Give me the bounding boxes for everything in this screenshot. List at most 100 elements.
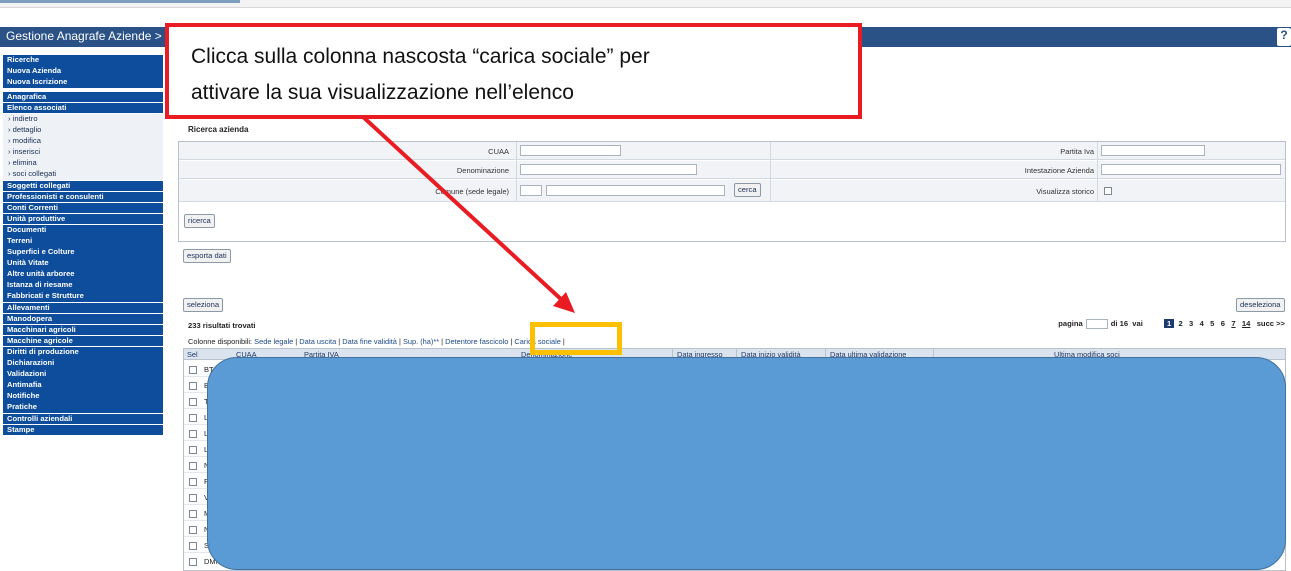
row-checkbox[interactable] [189,382,197,390]
sidebar-item-unita-produttive[interactable]: Unità produttive [3,213,163,225]
callout-line-2: attivare la sua visualizzazione nell’ele… [191,81,574,104]
search-row-denominazione: Denominazione Intestazione Azienda [179,161,1285,179]
row-checkbox[interactable] [189,430,197,438]
vai-link[interactable]: vai [1132,319,1143,328]
column-link-data-uscita[interactable]: Data uscita [299,337,336,346]
sidebar-item-ricerche[interactable]: Ricerche [3,55,163,66]
row-checkbox[interactable] [189,398,197,406]
denominazione-label: Denominazione [456,166,509,175]
column-link-superficie[interactable]: Sup. (ha)** [403,337,439,346]
sidebar-item-superfici-colture[interactable]: Superfici e Colture [3,247,163,258]
sidebar-item-soggetti-collegati[interactable]: Soggetti collegati [3,180,163,192]
sidebar-item-validazioni[interactable]: Validazioni [3,369,163,380]
row-checkbox[interactable] [189,494,197,502]
sidebar-item-macchine-agricole[interactable]: Macchine agricole [3,335,163,347]
row-checkbox[interactable] [189,558,197,566]
comune-label: Comune (sede legale) [435,187,509,196]
sidebar-item-anagrafica[interactable]: Anagrafica [3,91,163,103]
browser-tab-strip [0,0,1291,8]
column-link-data-fine-validita[interactable]: Data fine validità [342,337,397,346]
row-checkbox[interactable] [189,366,197,374]
sidebar-item-nuova-iscrizione[interactable]: Nuova Iscrizione [3,77,163,88]
row-checkbox[interactable] [189,526,197,534]
comune-provincia-input[interactable] [520,185,542,196]
sidebar-item-elenco-associati[interactable]: Elenco associati [3,102,163,114]
sidebar-item-altre-unita-arboree[interactable]: Altre unità arboree [3,269,163,280]
page-input[interactable] [1085,319,1108,329]
esporta-dati-button[interactable]: esporta dati [183,249,231,263]
sidebar-item-controlli-aziendali[interactable]: Controlli aziendali [3,413,163,425]
row-checkbox[interactable] [189,462,197,470]
available-columns: Colonne disponibili: Sede legale | Data … [188,337,565,346]
sidebar-subitem-dettaglio[interactable]: › dettaglio [3,125,163,136]
form-divider [1097,142,1098,202]
page-link[interactable]: 7 [1231,319,1235,328]
sidebar-subitem-elimina[interactable]: › elimina [3,158,163,169]
sidebar-item-documenti[interactable]: Documenti [3,224,163,236]
cerca-button[interactable]: cerca [734,183,761,197]
ricerca-button[interactable]: ricerca [184,214,215,228]
cuaa-input[interactable] [520,145,621,156]
sidebar-item-terreni[interactable]: Terreni [3,236,163,247]
sidebar-item-pratiche[interactable]: Pratiche [3,402,163,413]
sidebar-item-unita-vitate[interactable]: Unità Vitate [3,258,163,269]
seleziona-button[interactable]: seleziona [183,298,224,312]
sidebar-item-macchinari-agricoli[interactable]: Macchinari agricoli [3,324,163,336]
partita-iva-input[interactable] [1101,145,1205,156]
page-link[interactable]: 4 [1200,319,1204,328]
callout-line-1: Clicca sulla colonna nascosta “carica so… [191,45,650,68]
sidebar-item-diritti-produzione[interactable]: Diritti di produzione [3,346,163,358]
active-tab-indicator [0,0,240,3]
row-checkbox[interactable] [189,446,197,454]
results-count: 233 risultati trovati [188,321,256,330]
sidebar-item-manodopera[interactable]: Manodopera [3,313,163,325]
cuaa-label: CUAA [488,147,509,156]
comune-input[interactable] [546,185,725,196]
search-section-title: Ricerca azienda [188,125,249,134]
denominazione-input[interactable] [520,164,697,175]
page-link[interactable]: 2 [1178,319,1182,328]
page-link[interactable]: 6 [1221,319,1225,328]
page-link-last[interactable]: 14 [1242,319,1250,328]
sidebar-item-antimafia[interactable]: Antimafia [3,380,163,391]
sidebar-item-nuova-azienda[interactable]: Nuova Azienda [3,66,163,77]
row-checkbox[interactable] [189,542,197,550]
sidebar-item-notifiche[interactable]: Notifiche [3,391,163,402]
page-total: di 16 [1110,319,1129,328]
sidebar-subitem-indietro[interactable]: › indietro [3,113,163,125]
sidebar-item-dichiarazioni[interactable]: Dichiarazioni [3,358,163,369]
help-icon[interactable]: ? [1277,28,1291,46]
visualizza-storico-checkbox[interactable] [1104,187,1112,195]
row-checkbox[interactable] [189,478,197,486]
intestazione-input[interactable] [1101,164,1281,175]
instruction-callout: Clicca sulla colonna nascosta “carica so… [165,23,862,119]
column-link-sede-legale[interactable]: Sede legale [254,337,293,346]
sidebar-item-istanza-riesame[interactable]: Istanza di riesame [3,280,163,291]
form-divider [516,142,517,202]
visualizza-storico-label: Visualizza storico [1036,187,1094,196]
screenshot-root: Gestione Anagrafe Aziende > ? Ricerche N… [0,0,1291,571]
deseleziona-button[interactable]: deseleziona [1236,298,1285,312]
sidebar-subitem-inserisci[interactable]: › inserisci [3,147,163,158]
page-link[interactable]: 3 [1189,319,1193,328]
sidebar-item-conti-correnti[interactable]: Conti Correnti [3,202,163,214]
sidebar-item-fabbricati-strutture[interactable]: Fabbricati e Strutture [3,291,163,303]
next-page-link[interactable]: succ >> [1257,319,1285,328]
sidebar-item-professionisti[interactable]: Professionisti e consulenti [3,191,163,203]
page-link[interactable]: 5 [1210,319,1214,328]
sidebar-subitem-modifica[interactable]: › modifica [3,136,163,147]
column-link-detentore-fascicolo[interactable]: Detentore fascicolo [445,337,508,346]
page-current: 1 [1163,319,1175,328]
col-header-sel: Sel [187,350,198,359]
row-checkbox[interactable] [189,510,197,518]
form-divider [770,142,771,202]
search-row-comune: Comune (sede legale) cerca Visualizza st… [179,180,1285,202]
row-checkbox[interactable] [189,414,197,422]
partita-iva-label: Partita Iva [1060,147,1094,156]
sidebar-item-allevamenti[interactable]: Allevamenti [3,302,163,314]
carica-sociale-highlight [530,322,622,355]
sidebar-item-stampe[interactable]: Stampe [3,424,163,436]
sidebar-subitem-soci-collegati[interactable]: › soci collegati [3,169,163,181]
search-form: CUAA Partita Iva Denominazione Intestazi… [178,141,1286,242]
arrow-head [553,292,575,313]
